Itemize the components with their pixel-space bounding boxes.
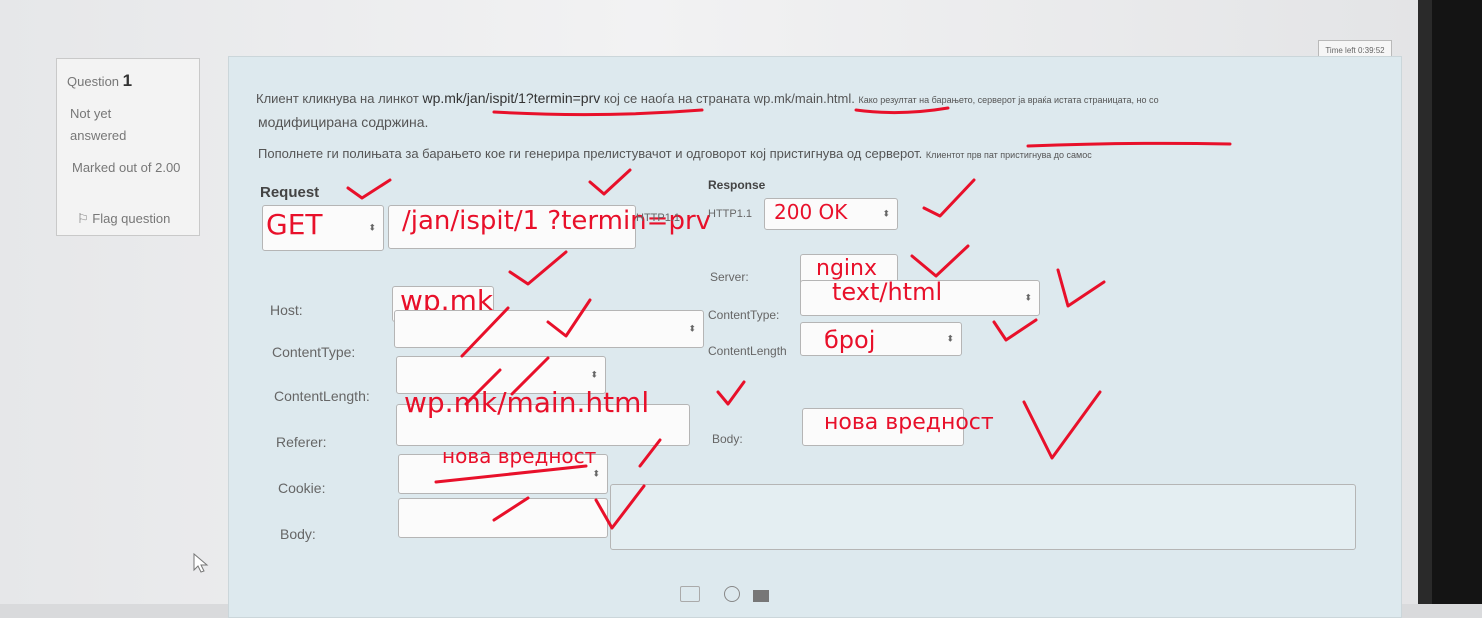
handwritten-marks [346, 106, 1232, 530]
quiz-page: Time left 0:39:52 Question 1 Not yet ans… [0, 0, 1430, 618]
check-mark [346, 178, 392, 200]
strike-through [434, 464, 588, 484]
check-mark [594, 484, 646, 530]
check-mark [1022, 390, 1102, 460]
mouse-cursor [193, 552, 209, 573]
check-mark [508, 250, 568, 286]
check-mark [992, 318, 1038, 342]
slash-stroke [638, 438, 662, 468]
check-mark [922, 178, 976, 218]
check-mark [546, 298, 592, 338]
underline-link [492, 108, 704, 117]
toolbar-icon[interactable] [680, 586, 700, 602]
underline-page [854, 106, 950, 115]
slash-stroke [464, 368, 502, 406]
slash-stroke [510, 356, 550, 396]
image-icon[interactable] [752, 590, 769, 602]
check-mark [716, 380, 746, 406]
toolbar-icon[interactable] [724, 586, 741, 602]
monitor-bezel [1432, 0, 1482, 604]
check-mark [910, 244, 970, 278]
slash-stroke [492, 496, 530, 522]
check-mark [1056, 268, 1106, 308]
underline-hint [1026, 141, 1232, 148]
slash-stroke [460, 306, 510, 358]
check-mark [588, 168, 632, 196]
